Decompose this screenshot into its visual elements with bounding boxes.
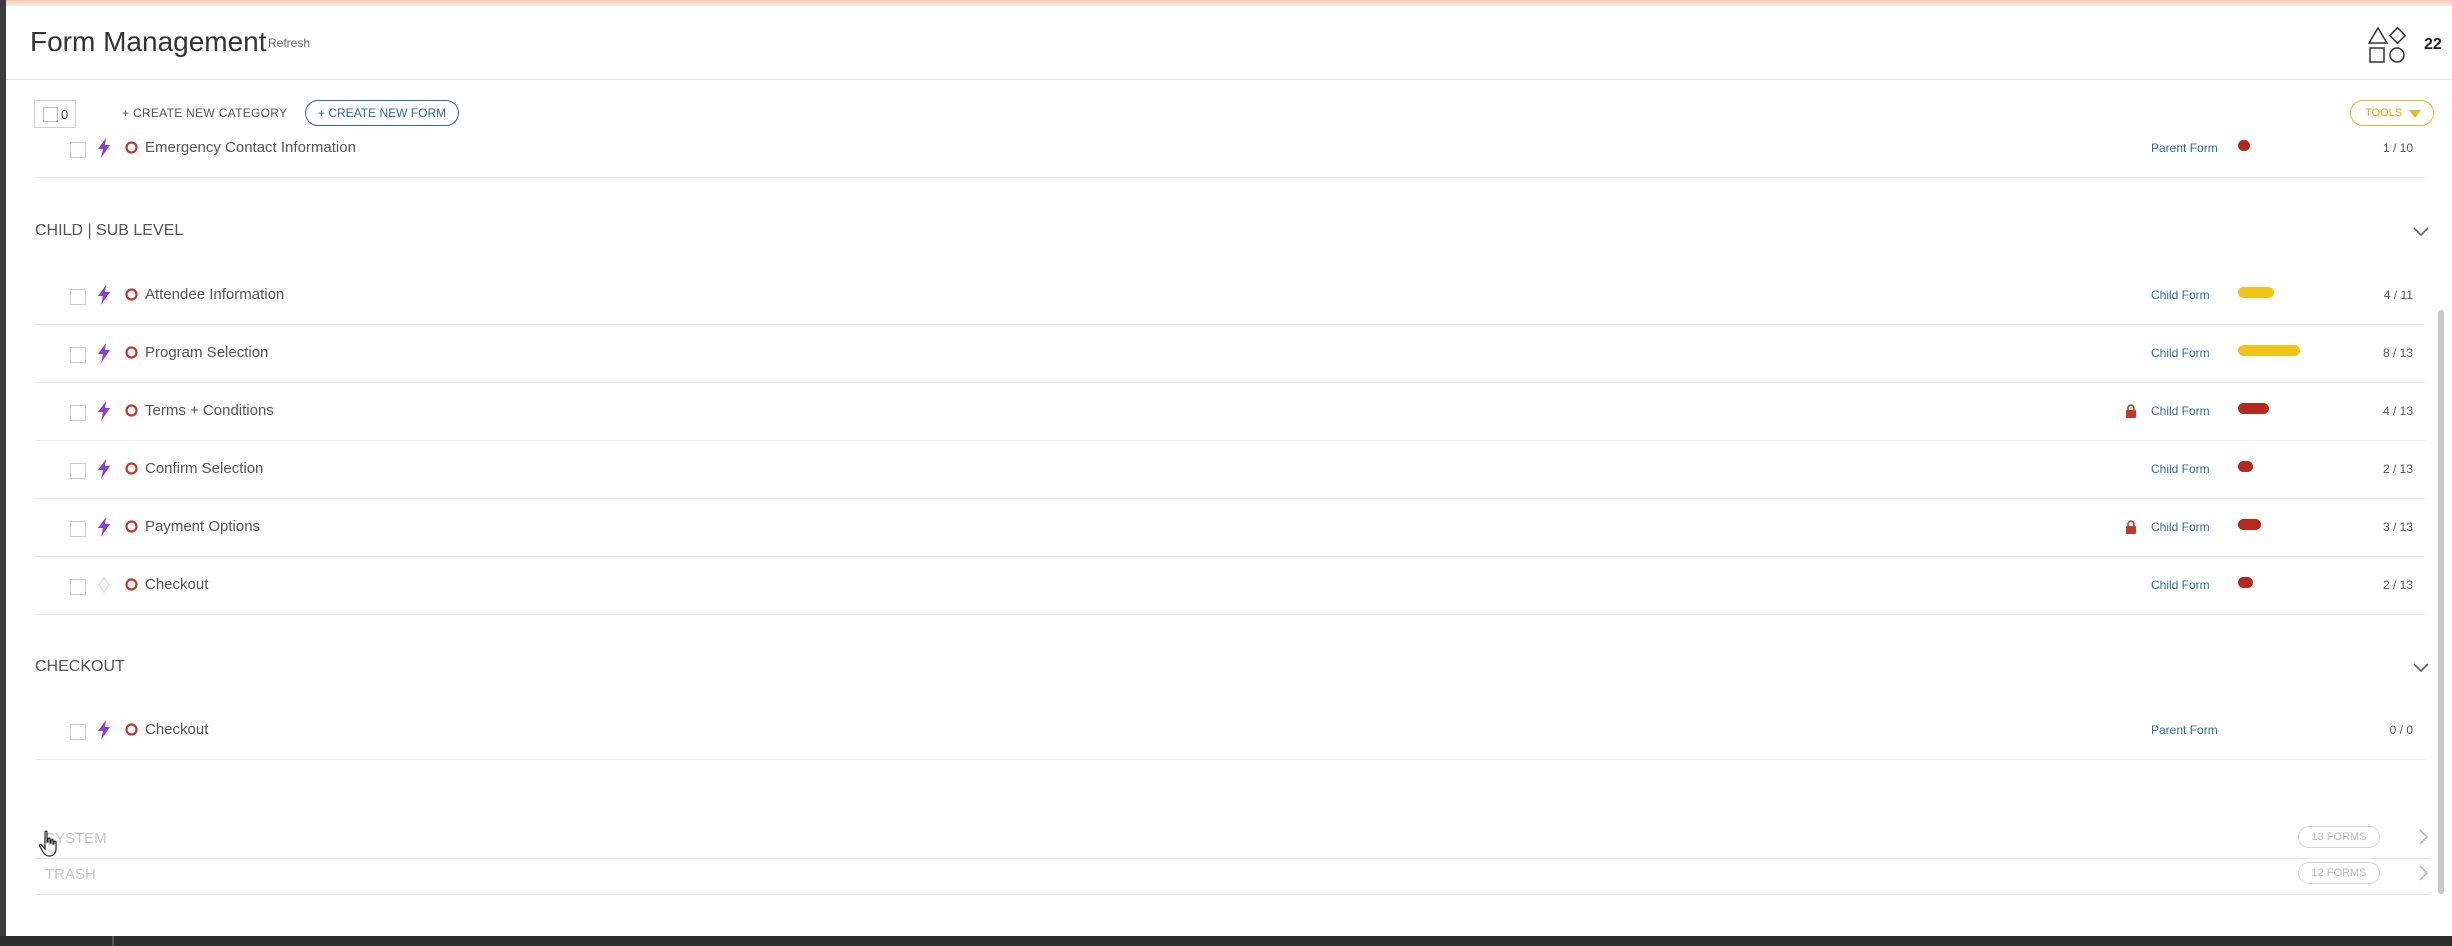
row-checkbox[interactable] (70, 724, 86, 740)
lightning-icon[interactable] (97, 401, 111, 421)
lightning-icon[interactable] (97, 459, 111, 479)
lightning-icon[interactable] (97, 720, 111, 740)
progress-pill (2238, 287, 2274, 298)
form-name[interactable]: Checkout (145, 576, 208, 593)
refresh-link[interactable]: Refresh (268, 36, 310, 50)
status-circle-icon[interactable] (125, 288, 138, 301)
form-row[interactable]: Program Selection Child Form 8 / 13 (35, 325, 2425, 383)
field-ratio: 8 / 13 (2382, 346, 2413, 360)
chevron-down-icon[interactable] (2412, 222, 2430, 240)
hand-cursor-icon (38, 830, 57, 857)
form-count: 22 (2424, 36, 2442, 53)
form-name[interactable]: Emergency Contact Information (145, 139, 356, 156)
page-header: Form Management Refresh 22 (6, 6, 2452, 80)
form-name[interactable]: Terms + Conditions (145, 402, 274, 419)
form-name[interactable]: Payment Options (145, 518, 260, 535)
bottom-bar (0, 936, 2452, 946)
form-row[interactable]: Payment Options Child Form 3 / 13 (35, 499, 2425, 557)
chevron-down-icon[interactable] (2412, 658, 2430, 676)
field-ratio: 2 / 13 (2382, 462, 2413, 476)
chevron-right-icon[interactable] (2416, 828, 2430, 846)
form-name[interactable]: Program Selection (145, 344, 268, 361)
category-header[interactable]: CHILD | SUB LEVEL (35, 212, 2430, 252)
row-checkbox[interactable] (70, 142, 86, 158)
forms-count-badge: 13 FORMS (2298, 826, 2380, 848)
progress-pill (2238, 519, 2261, 530)
form-type-link[interactable]: Child Form (2151, 520, 2210, 534)
form-row[interactable]: Attendee Information Child Form 4 / 11 (35, 267, 2425, 325)
form-name[interactable]: Checkout (145, 721, 208, 738)
category-title: CHILD | SUB LEVEL (35, 222, 184, 239)
row-checkbox[interactable] (70, 579, 86, 595)
row-checkbox[interactable] (70, 289, 86, 305)
field-ratio: 0 / 0 (2389, 723, 2413, 737)
category-title: CHECKOUT (35, 658, 125, 675)
status-circle-icon[interactable] (125, 578, 138, 591)
form-type-link[interactable]: Parent Form (2151, 141, 2218, 155)
row-checkbox[interactable] (70, 463, 86, 479)
row-checkbox[interactable] (70, 521, 86, 537)
form-type-link[interactable]: Child Form (2151, 288, 2210, 302)
field-ratio: 4 / 13 (2382, 404, 2413, 418)
row-checkbox[interactable] (70, 347, 86, 363)
caret-down-icon (2409, 110, 2421, 118)
form-type-link[interactable]: Child Form (2151, 404, 2210, 418)
form-type-link[interactable]: Child Form (2151, 346, 2210, 360)
progress-pill (2238, 345, 2300, 356)
field-ratio: 2 / 13 (2382, 578, 2413, 592)
status-circle-icon[interactable] (125, 520, 138, 533)
row-checkbox[interactable] (70, 405, 86, 421)
form-row[interactable]: Terms + Conditions Child Form 4 / 13 (35, 383, 2425, 441)
section-title: TRASH (45, 866, 96, 883)
field-ratio: 3 / 13 (2382, 520, 2413, 534)
progress-pill (2238, 140, 2250, 151)
progress-pill (2238, 403, 2269, 414)
form-name[interactable]: Confirm Selection (145, 460, 263, 477)
status-circle-icon[interactable] (125, 723, 138, 736)
form-type-link[interactable]: Parent Form (2151, 723, 2218, 737)
field-ratio: 1 / 10 (2382, 141, 2413, 155)
lightning-icon[interactable] (97, 517, 111, 537)
field-ratio: 4 / 11 (2383, 288, 2413, 302)
form-row[interactable]: Checkout Parent Form 0 / 0 (35, 702, 2425, 760)
form-type-link[interactable]: Child Form (2151, 462, 2210, 476)
collapsed-section[interactable]: TRASH 12 FORMS (35, 858, 2430, 895)
form-name[interactable]: Attendee Information (145, 286, 284, 303)
lock-icon (2126, 520, 2136, 534)
scrollbar[interactable] (2438, 310, 2444, 894)
lightning-icon[interactable] (97, 138, 111, 158)
left-edge-bar (0, 0, 6, 946)
status-circle-icon[interactable] (125, 141, 138, 154)
status-circle-icon[interactable] (125, 462, 138, 475)
form-row[interactable]: Emergency Contact Information Parent Form… (35, 120, 2425, 178)
form-row[interactable]: Confirm Selection Child Form 2 / 13 (35, 441, 2425, 499)
create-category-button[interactable]: + CREATE NEW CATEGORY (122, 106, 287, 120)
lightning-icon[interactable] (97, 343, 111, 363)
lock-icon (2126, 404, 2136, 418)
status-circle-icon[interactable] (125, 404, 138, 417)
status-circle-icon[interactable] (125, 346, 138, 359)
diamond-outline-icon[interactable] (97, 575, 111, 595)
lightning-icon[interactable] (97, 285, 111, 305)
shapes-icon[interactable] (2368, 26, 2408, 66)
forms-count-badge: 12 FORMS (2298, 862, 2380, 884)
chevron-right-icon[interactable] (2416, 864, 2430, 882)
progress-pill (2238, 577, 2253, 588)
form-type-link[interactable]: Child Form (2151, 578, 2210, 592)
progress-pill (2238, 461, 2253, 472)
form-row[interactable]: Checkout Child Form 2 / 13 (35, 557, 2425, 615)
collapsed-section[interactable]: SYSTEM 13 FORMS (35, 822, 2430, 859)
category-header[interactable]: CHECKOUT (35, 648, 2430, 688)
page-title: Form Management (30, 26, 267, 57)
